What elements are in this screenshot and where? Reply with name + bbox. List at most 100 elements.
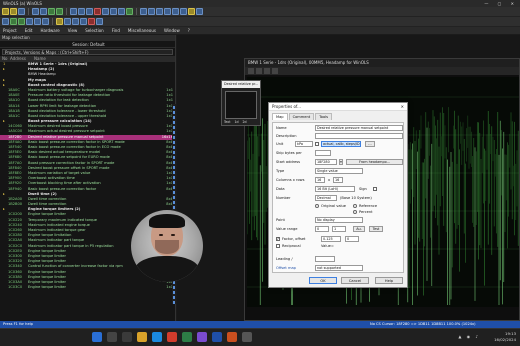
menu-view[interactable]: View (68, 27, 78, 34)
percent-icon[interactable] (26, 18, 33, 25)
address-spin-button[interactable]: ▾ (339, 159, 343, 165)
menu-help[interactable]: ? (188, 27, 190, 34)
tree-filter-dropdown[interactable]: Projects, Versions & Maps : (Ctrl+Shift+… (2, 49, 173, 55)
view-3d-icon[interactable] (264, 68, 270, 74)
settings-icon[interactable] (196, 8, 203, 15)
reciprocal-checkbox[interactable] (276, 244, 280, 248)
chart-icon[interactable] (118, 8, 125, 15)
label-offset-map[interactable]: Offset map (276, 266, 296, 270)
preview-tab-2d[interactable]: 2d (243, 120, 247, 124)
menu-find[interactable]: Find (112, 27, 120, 34)
open-folder-icon[interactable] (10, 8, 17, 15)
redo-icon[interactable] (40, 8, 47, 15)
properties-icon[interactable] (96, 18, 103, 25)
factor-field[interactable]: 0.125 (321, 236, 341, 242)
percent-radio[interactable] (353, 210, 357, 214)
undo-icon[interactable] (32, 8, 39, 15)
factor-offset-checkbox[interactable] (276, 236, 280, 241)
session-label[interactable]: Session: Default (0, 41, 175, 48)
mark-icon[interactable] (56, 18, 63, 25)
help-button[interactable]: Help (375, 277, 403, 284)
start-icon[interactable] (92, 332, 102, 342)
value-range-from[interactable]: 0 (315, 226, 329, 232)
offset-map-select[interactable]: not supported (315, 265, 363, 271)
menu-selection[interactable]: Selection (85, 27, 103, 34)
window-controls[interactable]: — ▢ ✕ (484, 0, 518, 7)
map-preview-title[interactable]: Desired relative pr... (222, 81, 260, 88)
leading-field[interactable] (315, 256, 335, 262)
bookmark-icon[interactable] (188, 8, 195, 15)
read-ecu-icon[interactable] (48, 8, 55, 15)
hex-icon[interactable] (102, 8, 109, 15)
divide-icon[interactable] (42, 18, 49, 25)
zoom-in-icon[interactable] (140, 8, 147, 15)
hex-view-icon[interactable] (272, 68, 278, 74)
test-button[interactable]: Test (369, 226, 383, 232)
ok-button[interactable]: OK (309, 277, 337, 284)
view-text-icon[interactable] (70, 8, 77, 15)
menu-edit[interactable]: Edit (25, 27, 33, 34)
rows-field[interactable]: 16 (333, 177, 343, 183)
description-field[interactable] (315, 133, 403, 139)
tab-map[interactable]: Map (272, 113, 288, 120)
compare-icon[interactable] (110, 8, 117, 15)
cancel-button[interactable]: Cancel (341, 277, 369, 284)
new-file-icon[interactable] (2, 8, 9, 15)
offset-field[interactable]: 0 (345, 236, 359, 242)
name-field[interactable]: Desired relative pressure manual setpoin… (315, 125, 403, 131)
tab-tools[interactable]: Tools (315, 113, 333, 120)
type-select[interactable]: Single value (315, 168, 363, 174)
system-tray-icons[interactable]: ▲ ◉ ♪ (458, 334, 480, 339)
skip-bytes-field[interactable] (315, 150, 331, 156)
point-select[interactable]: No display (315, 217, 363, 223)
map-icon[interactable] (64, 18, 71, 25)
map-window-title[interactable]: BMW 1 Serie - 1drs (Original), 00MM5, He… (245, 59, 519, 67)
checksum-icon[interactable] (126, 8, 133, 15)
search-icon[interactable] (107, 332, 117, 342)
winols-icon[interactable] (212, 332, 222, 342)
find-icon[interactable] (94, 8, 101, 15)
zoom-out-icon[interactable] (148, 8, 155, 15)
sign-checkbox[interactable] (373, 187, 377, 191)
clock[interactable]: 19:13 16/02/2024 (494, 331, 516, 343)
view-2d-icon[interactable] (78, 8, 85, 15)
view-2d-icon[interactable] (256, 68, 262, 74)
menu-hardware[interactable]: Hardware (40, 27, 59, 34)
copy-icon[interactable] (72, 18, 79, 25)
plus-icon[interactable] (10, 18, 17, 25)
file-explorer-icon[interactable] (137, 332, 147, 342)
unit-select[interactable]: actual, calib, steps/ID (321, 141, 361, 147)
unit-field[interactable]: kPa (295, 141, 313, 147)
edge-icon[interactable] (152, 332, 162, 342)
right-arrow-icon[interactable] (164, 8, 171, 15)
columns-field[interactable]: 16 (315, 177, 325, 183)
reference-radio[interactable] (353, 204, 357, 208)
down-arrow-icon[interactable] (180, 8, 187, 15)
auto-button[interactable]: Au. (353, 226, 365, 232)
unit-checkbox[interactable] (315, 142, 319, 146)
delete-icon[interactable] (88, 18, 95, 25)
teams-icon[interactable] (197, 332, 207, 342)
tab-comment[interactable]: Comment (288, 113, 315, 120)
preview-tab-1d[interactable]: 1d (234, 120, 238, 124)
multiply-icon[interactable] (34, 18, 41, 25)
excel-icon[interactable] (182, 332, 192, 342)
list-item[interactable]: 1C03C0 Engine torque limiter 1x1 (0, 285, 175, 290)
chrome-icon[interactable] (167, 332, 177, 342)
data-select[interactable]: 16 Bit (LoHi) (315, 186, 355, 192)
value-range-to[interactable]: 1 (332, 226, 346, 232)
from-address-button[interactable]: From headampo... (346, 159, 403, 165)
app-icon[interactable] (242, 332, 252, 342)
left-arrow-icon[interactable] (156, 8, 163, 15)
menu-project[interactable]: Project (3, 27, 17, 34)
write-ecu-icon[interactable] (56, 8, 63, 15)
start-address-field[interactable]: 18F280 (315, 159, 337, 165)
close-icon[interactable]: ✕ (401, 103, 404, 111)
view-3d-icon[interactable] (86, 8, 93, 15)
original-value-radio[interactable] (315, 204, 319, 208)
project-icon[interactable] (2, 18, 9, 25)
paste-icon[interactable] (80, 18, 87, 25)
up-arrow-icon[interactable] (172, 8, 179, 15)
preview-tab-text[interactable]: Text (224, 120, 230, 124)
menu-miscellaneous[interactable]: Miscellaneous (128, 27, 156, 34)
